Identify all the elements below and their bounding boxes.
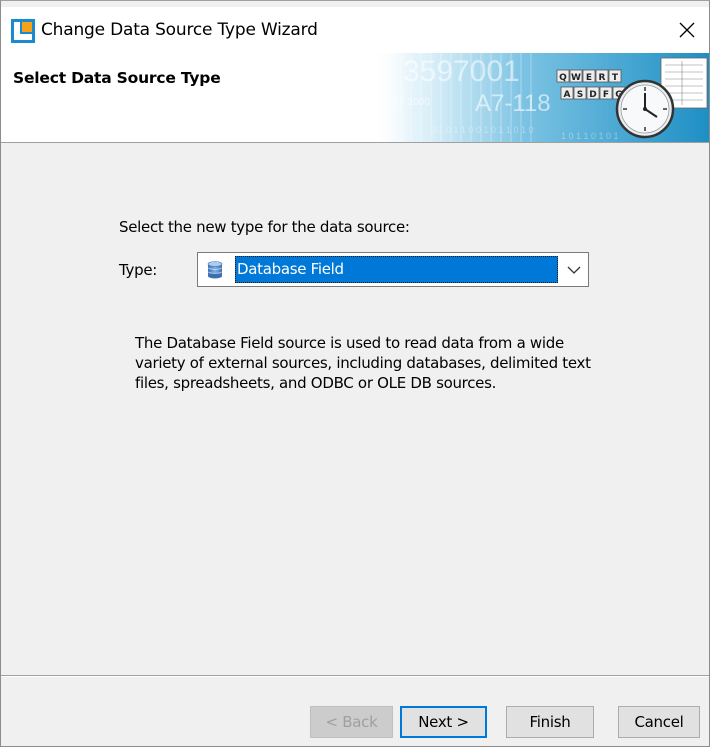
- svg-text:0 1 0 1 1 0 0 1 0 1 1 0 1 0: 0 1 0 1 1 0 0 1 0 1 1 0 1 0: [431, 125, 534, 135]
- key-q: Q: [559, 73, 567, 83]
- close-icon: [679, 22, 695, 38]
- wizard-window: Change Data Source Type Wizard Select Da…: [0, 0, 710, 747]
- database-icon: [207, 261, 223, 279]
- title-bar: Change Data Source Type Wizard: [1, 7, 709, 53]
- wizard-header-banner: Select Data Source Type 3597001 A7-118 2…: [1, 53, 709, 143]
- selected-type-value: Database Field: [235, 256, 558, 283]
- banner-code-text: A7-118: [475, 90, 551, 117]
- banner-graphic: 3597001 A7-118 4 7 2000 0 1 0 1 1 0 0 1 …: [371, 53, 709, 142]
- svg-text:1 0 1 1 0 1 0 1: 1 0 1 1 0 1 0 1: [561, 131, 619, 141]
- banner-number-text: 3597001: [403, 55, 520, 88]
- key-f: F: [603, 90, 609, 100]
- clock-graphic: [615, 79, 675, 139]
- footer-separator: [1, 675, 709, 677]
- type-dropdown[interactable]: Database Field: [197, 252, 589, 287]
- type-description: The Database Field source is used to rea…: [135, 334, 591, 392]
- key-d: D: [589, 90, 596, 100]
- key-t: T: [612, 73, 619, 83]
- key-a: A: [564, 90, 571, 100]
- type-prompt: Select the new type for the data source:: [119, 218, 410, 236]
- next-button[interactable]: Next >: [400, 706, 487, 738]
- back-button[interactable]: < Back: [310, 706, 393, 738]
- key-e: E: [586, 73, 592, 83]
- close-button[interactable]: [671, 15, 703, 45]
- page-title: Select Data Source Type: [13, 69, 221, 87]
- wizard-content: Select the new type for the data source:…: [1, 144, 709, 674]
- window-title: Change Data Source Type Wizard: [41, 20, 318, 40]
- key-s: S: [577, 90, 583, 100]
- finish-button[interactable]: Finish: [506, 706, 594, 738]
- cancel-button[interactable]: Cancel: [618, 706, 700, 738]
- key-w: W: [571, 73, 581, 83]
- type-label: Type:: [119, 261, 158, 279]
- chevron-down-icon[interactable]: [566, 262, 582, 278]
- key-r: R: [599, 73, 606, 83]
- wizard-app-icon: [11, 19, 35, 43]
